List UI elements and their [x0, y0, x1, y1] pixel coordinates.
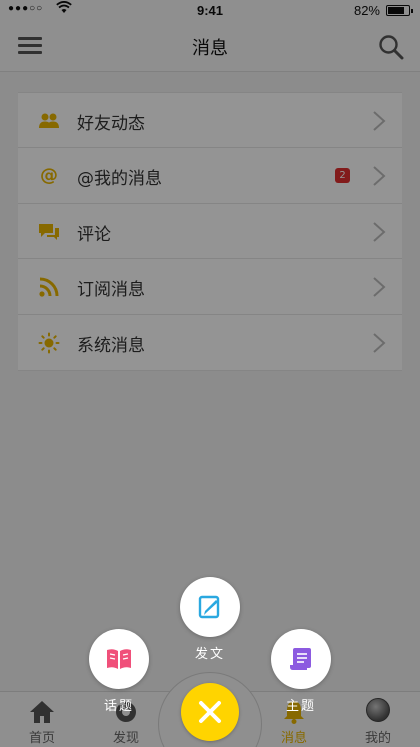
theme-action[interactable]: 主题 — [261, 629, 341, 714]
post-article-label: 发文 — [194, 647, 225, 662]
post-article-button[interactable] — [180, 577, 240, 637]
scroll-icon — [290, 648, 311, 670]
topic-button[interactable] — [89, 629, 149, 689]
edit-icon — [198, 595, 220, 619]
close-button[interactable] — [181, 683, 239, 741]
close-icon — [199, 701, 221, 723]
theme-label: 主题 — [285, 699, 316, 714]
post-article-action[interactable]: 发文 — [170, 577, 250, 662]
book-icon — [107, 649, 131, 669]
topic-action[interactable]: 话题 — [79, 629, 159, 714]
theme-button[interactable] — [271, 629, 331, 689]
topic-label: 话题 — [103, 699, 134, 714]
